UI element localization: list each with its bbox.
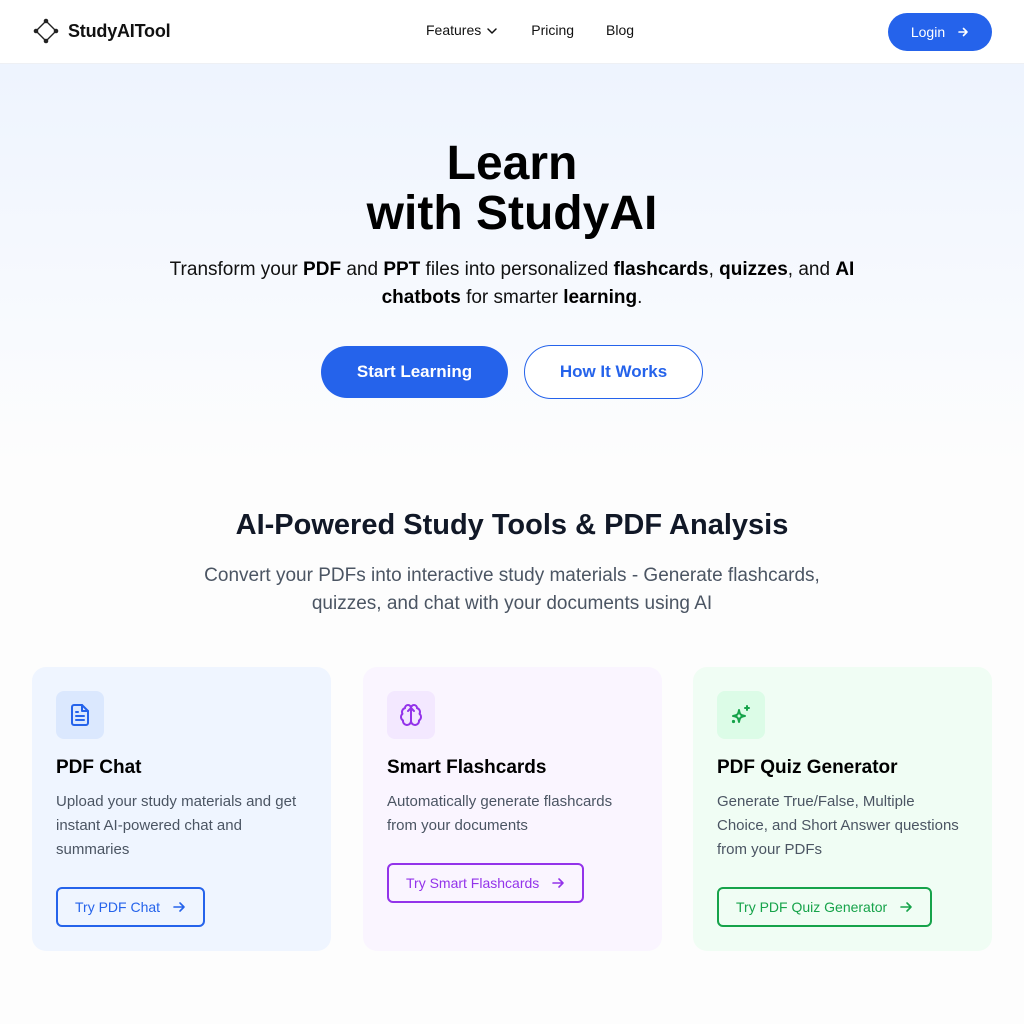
feature-card-pdf-quiz-generator: PDF Quiz Generator Generate True/False, … <box>693 667 992 951</box>
button-label: Try PDF Chat <box>75 899 161 915</box>
arrow-right-icon <box>958 27 968 37</box>
how-it-works-button[interactable]: How It Works <box>524 345 703 399</box>
navbar: StudyAITool Features Pricing Blog Login <box>0 0 1024 64</box>
nav-blog[interactable]: Blog <box>606 22 634 38</box>
logo-icon <box>33 18 59 44</box>
nav-features-label: Features <box>426 22 482 38</box>
nav-blog-label: Blog <box>606 22 635 38</box>
nav-links: Features Pricing Blog <box>426 22 634 38</box>
try-smart-flashcards-button[interactable]: Try Smart Flashcards <box>387 863 585 903</box>
chevron-down-icon <box>487 28 497 34</box>
card-description: Upload your study materials and get inst… <box>56 793 297 858</box>
card-icon-box <box>56 691 104 739</box>
hero-subtitle-emphasis: flashcards <box>613 259 709 280</box>
hero-subtitle-text: Transform your <box>169 259 304 280</box>
card-icon-box <box>387 691 435 739</box>
hero-subtitle-text: , <box>708 259 720 280</box>
button-label: Try PDF Quiz Generator <box>736 899 888 915</box>
brain-icon <box>400 704 422 726</box>
login-label: Login <box>910 24 946 40</box>
file-text-icon <box>71 704 89 726</box>
login-button[interactable]: Login <box>888 13 992 51</box>
card-title: PDF Chat <box>56 757 142 778</box>
hero-section: Learn with StudyAI Transform your PDF an… <box>0 64 1024 464</box>
nav-pricing[interactable]: Pricing <box>531 22 574 38</box>
hero-subtitle-text: for smarter <box>460 287 564 308</box>
card-title: PDF Quiz Generator <box>717 757 898 778</box>
nav-pricing-label: Pricing <box>531 22 575 38</box>
hero-subtitle-emphasis: quizzes <box>719 259 788 280</box>
nav-features[interactable]: Features <box>426 22 499 38</box>
feature-card-smart-flashcards: Smart Flashcards Automatically generate … <box>363 667 662 951</box>
arrow-right-icon <box>173 902 185 912</box>
hero-subtitle-text: . <box>637 287 643 308</box>
hero-subtitle: Transform your PDF and PPT files into pe… <box>150 256 874 312</box>
arrow-right-icon <box>552 878 565 888</box>
hero-subtitle-text: and <box>341 259 384 280</box>
brand-name: StudyAITool <box>68 20 171 41</box>
arrow-right-icon <box>900 902 912 912</box>
brand-logo-link[interactable]: StudyAITool <box>32 17 171 45</box>
card-icon-box <box>717 691 765 739</box>
features-subtitle: Convert your PDFs into interactive study… <box>204 565 820 614</box>
hero-subtitle-emphasis: PPT <box>383 259 421 280</box>
card-description: Automatically generate flashcards from y… <box>387 793 613 834</box>
hero-title-line2: with StudyAI <box>366 187 658 240</box>
hero-subtitle-emphasis: learning <box>563 287 638 308</box>
button-label: Try Smart Flashcards <box>406 875 540 891</box>
start-learning-button[interactable]: Start Learning <box>321 346 508 398</box>
card-title: Smart Flashcards <box>387 757 547 778</box>
feature-card-pdf-chat: PDF Chat Upload your study materials and… <box>32 667 331 951</box>
hero-subtitle-text: , and <box>787 259 836 280</box>
hero-subtitle-emphasis: PDF <box>303 259 342 280</box>
try-pdf-chat-button[interactable]: Try PDF Chat <box>56 887 206 927</box>
try-pdf-quiz-generator-button[interactable]: Try PDF Quiz Generator <box>717 887 933 927</box>
hero-title: Learn with StudyAI <box>0 139 1024 239</box>
sparkles-icon <box>731 705 750 724</box>
hero-title-line1: Learn <box>446 137 578 190</box>
card-description: Generate True/False, Multiple Choice, an… <box>717 793 959 858</box>
hero-subtitle-text: files into personalized <box>420 259 614 280</box>
features-title: AI-Powered Study Tools & PDF Analysis <box>235 509 789 541</box>
